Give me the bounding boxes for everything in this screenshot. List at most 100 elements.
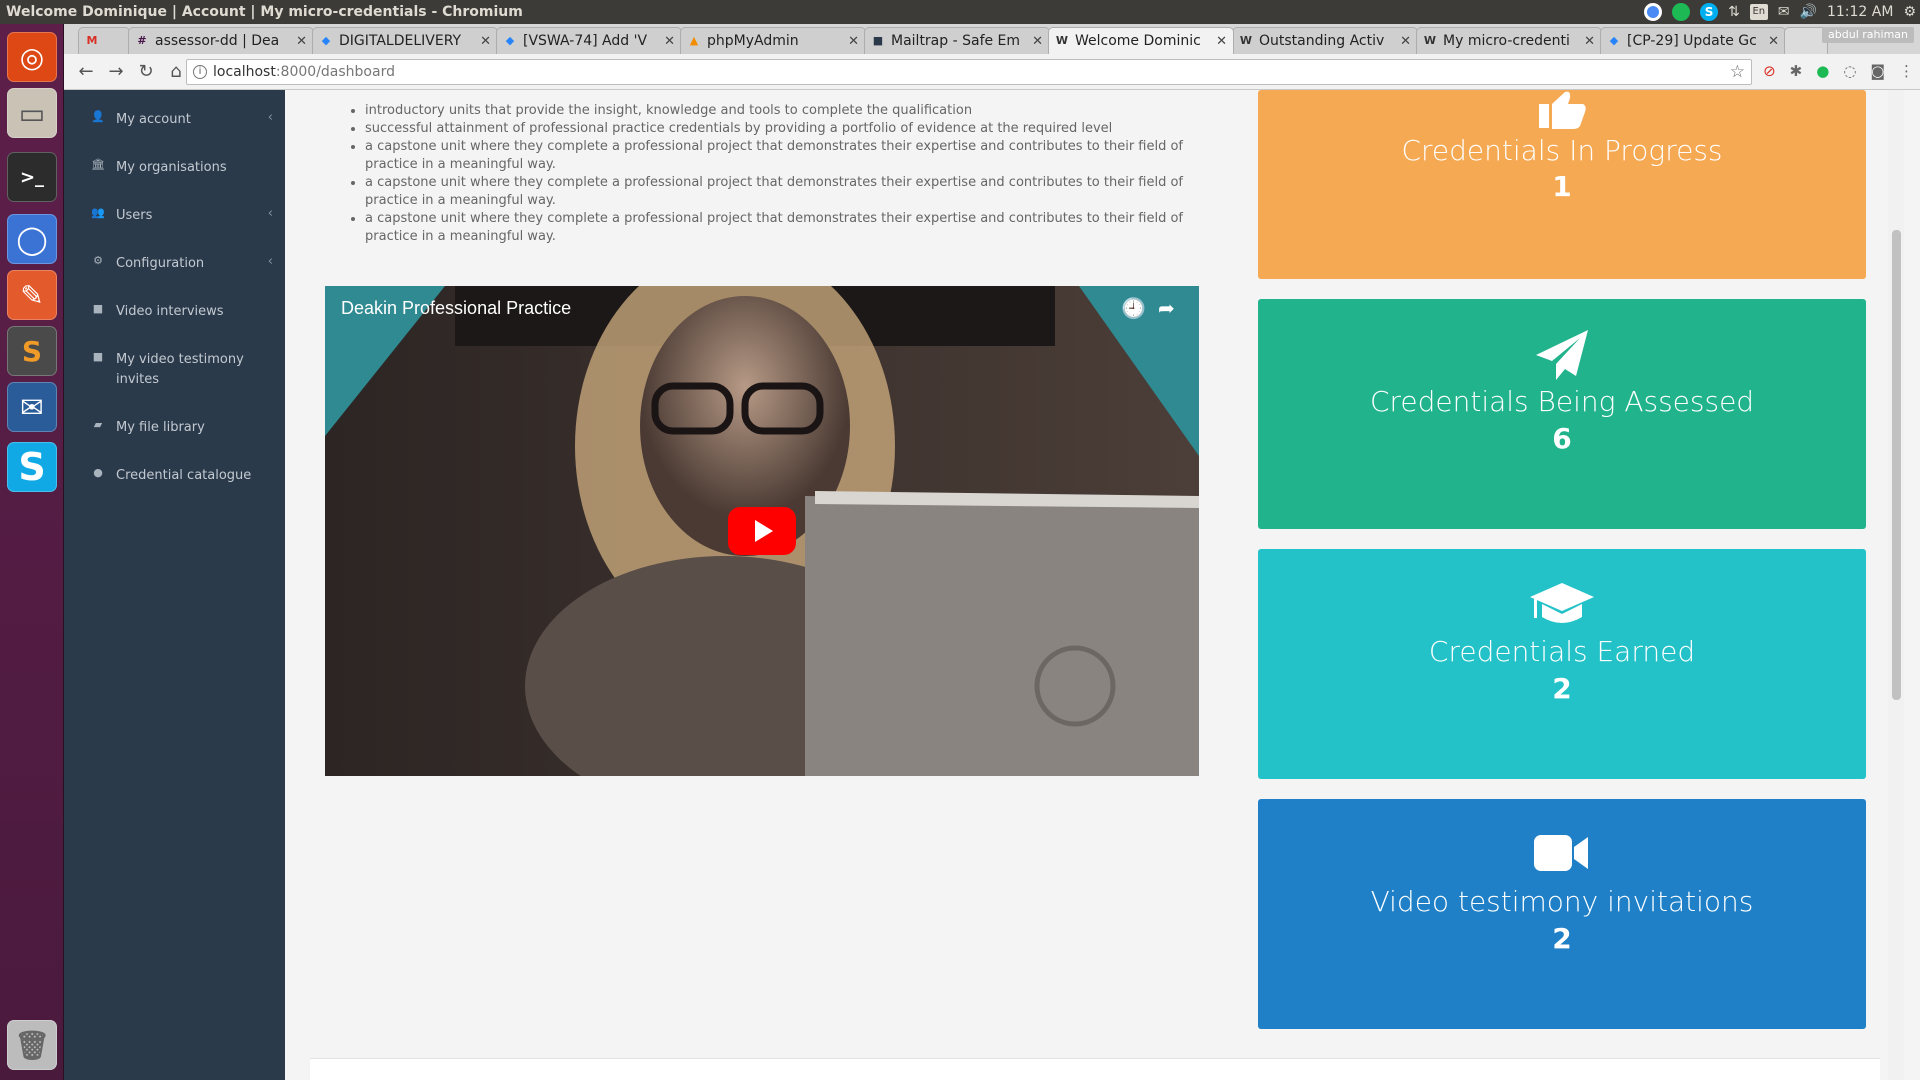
site-favicon-icon: W	[1055, 34, 1069, 47]
browser-tab[interactable]: ▲ phpMyAdmin ✕	[680, 27, 866, 54]
close-tab-icon[interactable]: ✕	[664, 34, 675, 49]
forward-arrow-icon[interactable]: →	[102, 58, 130, 86]
video-camera-icon	[1258, 833, 1866, 873]
ubuntu-dash-icon[interactable]: ◎	[7, 32, 57, 82]
screenshot-extension-icon[interactable]: ◙	[1870, 62, 1885, 80]
sidebar-item-credential-catalogue[interactable]: ● Credential catalogue	[64, 466, 285, 486]
chromium-icon[interactable]: ◯	[7, 214, 57, 264]
list-item: successful attainment of professional pr…	[365, 120, 1220, 138]
folder-open-icon: ▰	[93, 418, 103, 431]
thunderbird-icon[interactable]: ✉	[7, 382, 57, 432]
scrollbar-thumb[interactable]	[1892, 230, 1901, 700]
extension-clock-icon[interactable]: ◌	[1843, 62, 1856, 80]
close-tab-icon[interactable]: ✕	[480, 34, 491, 49]
browser-tab[interactable]: ◆ DIGITALDELIVERY ✕	[312, 27, 498, 54]
keyboard-language-indicator[interactable]: En	[1749, 4, 1768, 20]
app-sidebar: 👤 My account ‹ 🏛 My organisations 👥 User…	[64, 90, 285, 1080]
sidebar-item-my-account[interactable]: 👤 My account ‹	[64, 110, 285, 130]
back-arrow-icon[interactable]: ←	[72, 58, 100, 86]
card-title: Credentials Earned	[1428, 635, 1696, 668]
video-testimony-invitations-card[interactable]: Video testimony invitations 2	[1258, 799, 1866, 1029]
site-favicon-icon: W	[1423, 34, 1437, 47]
profile-name-badge[interactable]: abdul rahiman	[1822, 27, 1914, 43]
card-title: Credentials Being Assessed	[1369, 385, 1755, 418]
card-count: 2	[1552, 922, 1572, 955]
mail-icon[interactable]: ✉	[1778, 4, 1790, 20]
card-count: 6	[1552, 422, 1572, 455]
terminal-icon[interactable]: >_	[7, 152, 57, 202]
adblock-extension-icon[interactable]: ⊘	[1763, 62, 1776, 80]
browser-tab[interactable]: ◆ [CP-29] Update Gc ✕	[1600, 27, 1786, 54]
site-favicon-icon: W	[1239, 34, 1253, 47]
video-camera-icon: ■	[92, 350, 104, 363]
extension-puzzle-icon[interactable]: ✱	[1790, 62, 1803, 80]
site-info-icon[interactable]: i	[193, 65, 207, 79]
youtube-video-player[interactable]: Deakin Professional Practice 🕘 ➦	[325, 286, 1199, 776]
browser-tab[interactable]: W Outstanding Activ ✕	[1232, 27, 1418, 54]
chrome-tray-icon[interactable]	[1644, 3, 1663, 21]
hangouts-tray-icon[interactable]	[1672, 3, 1691, 21]
close-tab-icon[interactable]: ✕	[1768, 34, 1779, 49]
close-tab-icon[interactable]: ✕	[1032, 34, 1043, 49]
credentials-earned-card[interactable]: Credentials Earned 2	[1258, 549, 1866, 779]
close-tab-icon[interactable]: ✕	[1400, 34, 1411, 49]
sidebar-item-configuration[interactable]: ⚙ Configuration ‹	[64, 254, 285, 274]
browser-tab[interactable]: # assessor-dd | Dea ✕	[128, 27, 314, 54]
users-icon: 👥	[91, 206, 105, 219]
share-arrow-icon[interactable]: ➦	[1158, 296, 1175, 320]
sidebar-item-video-testimony-invites[interactable]: ■ My video testimony invites	[64, 350, 285, 390]
user-icon: 👤	[91, 110, 105, 123]
hangouts-extension-icon[interactable]: ●	[1816, 62, 1829, 80]
settings-gear-icon[interactable]: ⚙	[1903, 4, 1916, 20]
files-icon[interactable]: ▭	[7, 88, 57, 138]
credentials-in-progress-card[interactable]: Credentials In Progress 1	[1258, 90, 1866, 279]
sublime-text-icon[interactable]: S	[7, 326, 57, 376]
close-tab-icon[interactable]: ✕	[1584, 34, 1595, 49]
gmail-favicon-icon: M	[86, 34, 98, 47]
credentials-being-assessed-card[interactable]: Credentials Being Assessed 6	[1258, 299, 1866, 529]
sidebar-item-label: My file library	[116, 420, 205, 435]
skype-tray-icon[interactable]: S	[1700, 3, 1719, 21]
page-scrollbar[interactable]	[1888, 90, 1904, 1080]
graduation-cap-icon	[1258, 581, 1866, 627]
browser-tab-strip: M # assessor-dd | Dea ✕ ◆ DIGITALDELIVER…	[64, 24, 1920, 54]
clock[interactable]: 11:12 AM	[1827, 4, 1893, 20]
chevron-left-icon: ‹	[267, 254, 273, 269]
volume-icon[interactable]: 🔊	[1800, 4, 1817, 20]
text-editor-icon[interactable]: ✎	[7, 270, 57, 320]
address-bar[interactable]: i localhost:8000/dashboard ☆	[186, 59, 1752, 85]
sidebar-item-file-library[interactable]: ▰ My file library	[64, 418, 285, 438]
sidebar-item-label: Configuration	[116, 256, 205, 271]
bookmark-star-icon[interactable]: ☆	[1730, 62, 1745, 82]
list-item: a capstone unit where they complete a pr…	[365, 210, 1220, 246]
trash-icon[interactable]: 🗑	[7, 1020, 57, 1070]
browser-menu-icon[interactable]: ⋮	[1899, 62, 1914, 80]
card-title: Video testimony invitations	[1370, 885, 1754, 918]
sidebar-item-users[interactable]: 👥 Users ‹	[64, 206, 285, 226]
browser-tab[interactable]: M	[78, 27, 130, 54]
browser-tab[interactable]: W My micro-credenti ✕	[1416, 27, 1602, 54]
thumbs-up-icon	[1258, 90, 1866, 130]
card-title: Credentials In Progress	[1401, 134, 1723, 167]
sidebar-item-my-organisations[interactable]: 🏛 My organisations	[64, 158, 285, 178]
skype-icon[interactable]: S	[7, 442, 57, 492]
sidebar-item-video-interviews[interactable]: ■ Video interviews	[64, 302, 285, 322]
close-tab-icon[interactable]: ✕	[296, 34, 307, 49]
browser-tab[interactable]: ◆ [VSWA-74] Add 'V ✕	[496, 27, 682, 54]
close-tab-icon[interactable]: ✕	[1216, 34, 1227, 49]
watch-later-clock-icon[interactable]: 🕘	[1121, 296, 1146, 320]
browser-tab[interactable]: ■ Mailtrap - Safe Em ✕	[864, 27, 1050, 54]
network-icon[interactable]: ⇅	[1728, 4, 1740, 20]
reload-icon[interactable]: ↻	[132, 58, 160, 86]
jira-favicon-icon: ◆	[321, 34, 331, 47]
mailtrap-favicon-icon: ■	[872, 34, 884, 47]
video-play-button[interactable]	[728, 507, 796, 555]
browser-toolbar: ← → ↻ ⌂ i localhost:8000/dashboard ☆ ⊘ ✱…	[64, 54, 1920, 90]
slack-favicon-icon: #	[137, 34, 147, 47]
chevron-left-icon: ‹	[267, 206, 273, 221]
browser-tab-active[interactable]: W Welcome Dominic ✕	[1048, 27, 1234, 54]
video-title[interactable]: Deakin Professional Practice	[341, 298, 571, 319]
sidebar-item-label: Credential catalogue	[116, 468, 252, 483]
close-tab-icon[interactable]: ✕	[848, 34, 859, 49]
paper-plane-icon	[1258, 329, 1866, 381]
